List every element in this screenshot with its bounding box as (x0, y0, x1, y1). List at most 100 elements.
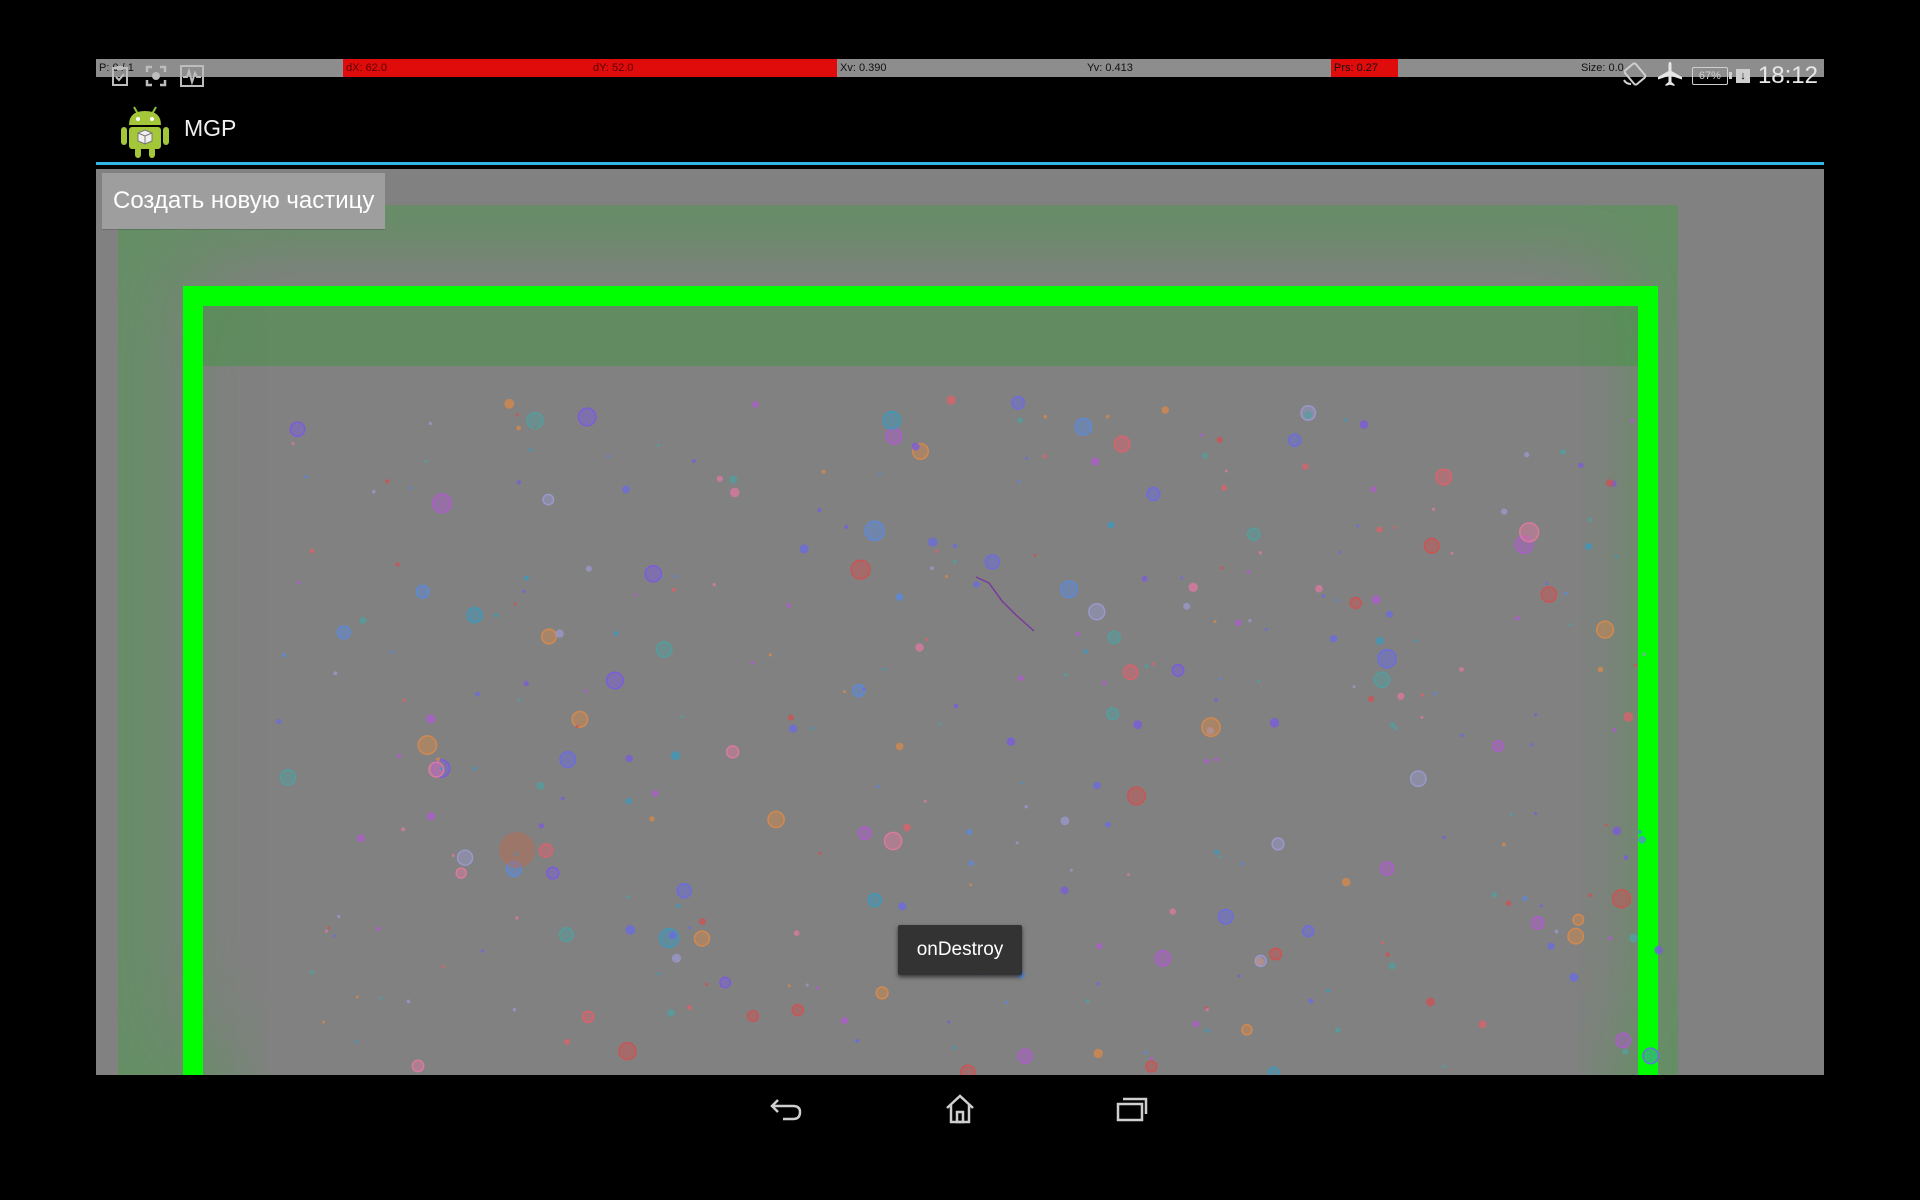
particle (1622, 1048, 1629, 1055)
particle (750, 661, 755, 665)
particle (395, 562, 400, 567)
particle (564, 1038, 570, 1045)
particle (1435, 468, 1453, 486)
particle (466, 606, 483, 624)
particle (911, 442, 920, 451)
rotation-lock-icon (1622, 61, 1648, 91)
particle (1524, 452, 1530, 458)
particle (688, 926, 692, 930)
particle (1426, 997, 1435, 1007)
particle (1519, 522, 1540, 543)
particle (1359, 420, 1369, 429)
particle (1093, 781, 1101, 790)
particle (1146, 486, 1161, 502)
android-app-icon[interactable] (120, 103, 170, 159)
particle (1420, 715, 1424, 719)
particle (799, 544, 809, 554)
particle (1042, 454, 1047, 459)
particle (494, 613, 498, 618)
particle (359, 617, 367, 624)
particle (1241, 1024, 1253, 1036)
particle (1654, 945, 1663, 955)
particle (1432, 507, 1436, 511)
particle (1269, 718, 1280, 728)
particle (1385, 610, 1393, 618)
particle (1321, 594, 1326, 598)
particle (1019, 781, 1023, 785)
particle (516, 425, 521, 431)
particle (1612, 826, 1622, 836)
particle (1588, 893, 1592, 898)
particle (1264, 628, 1268, 631)
home-icon[interactable] (930, 1087, 990, 1131)
particle (1043, 414, 1048, 419)
pulse-icon (180, 64, 204, 88)
particle (1107, 630, 1121, 645)
particle (966, 829, 973, 835)
particle (959, 1064, 976, 1075)
particle (674, 575, 677, 578)
particle (1127, 786, 1146, 806)
particle (1033, 553, 1037, 557)
selected-particle (499, 832, 535, 868)
particle (1011, 395, 1026, 410)
particle (947, 1020, 951, 1024)
particle (862, 687, 866, 691)
particle (857, 826, 872, 841)
particle (1107, 521, 1115, 529)
particle (788, 714, 794, 721)
particle (1534, 713, 1538, 717)
particle (309, 548, 315, 554)
particle (885, 427, 903, 445)
particle (411, 1059, 425, 1073)
particle (915, 643, 924, 652)
particle (676, 903, 681, 908)
particle (297, 580, 301, 585)
particle (1344, 418, 1347, 422)
particle (1642, 652, 1646, 656)
particle (436, 757, 441, 762)
particle (1169, 908, 1177, 915)
particle (952, 1046, 957, 1050)
particle (324, 929, 328, 933)
particle (1064, 673, 1068, 677)
particle (746, 1009, 759, 1023)
particle (810, 726, 814, 731)
particle (1235, 619, 1242, 626)
particle (938, 723, 942, 726)
particle (1127, 873, 1130, 877)
x-velocity: Xv: 0.390 (840, 62, 887, 74)
particle (1567, 927, 1585, 945)
particle (1459, 667, 1464, 672)
clock: 18:12 (1757, 62, 1818, 89)
particle (581, 1010, 595, 1024)
pointer-location-bar: P: 0 / 1 dX: 62.0 dY: 52.0 Xv: 0.390 Yv:… (96, 59, 1824, 77)
particle (1338, 550, 1341, 554)
particle (1180, 576, 1184, 580)
particle (625, 754, 633, 763)
particle (1335, 598, 1339, 602)
particle (426, 812, 436, 821)
particle (1534, 812, 1538, 815)
recents-icon[interactable] (1102, 1087, 1162, 1131)
particle (1356, 524, 1360, 528)
particle (1564, 591, 1568, 596)
particle (1269, 947, 1283, 961)
particle (523, 575, 529, 581)
particle (973, 581, 980, 588)
particle (1308, 998, 1314, 1004)
particle (333, 934, 337, 938)
particle (512, 1008, 517, 1012)
particle (1248, 618, 1252, 623)
particle (867, 893, 882, 908)
particle (1587, 517, 1592, 522)
particle (357, 834, 365, 843)
particle (1096, 943, 1103, 950)
particle (729, 475, 738, 484)
back-icon[interactable] (756, 1087, 816, 1131)
create-particle-button[interactable]: Создать новую частицу (102, 173, 386, 229)
particle (1224, 469, 1228, 473)
particle (322, 1020, 326, 1024)
particle (1442, 835, 1446, 840)
particle (504, 398, 515, 409)
